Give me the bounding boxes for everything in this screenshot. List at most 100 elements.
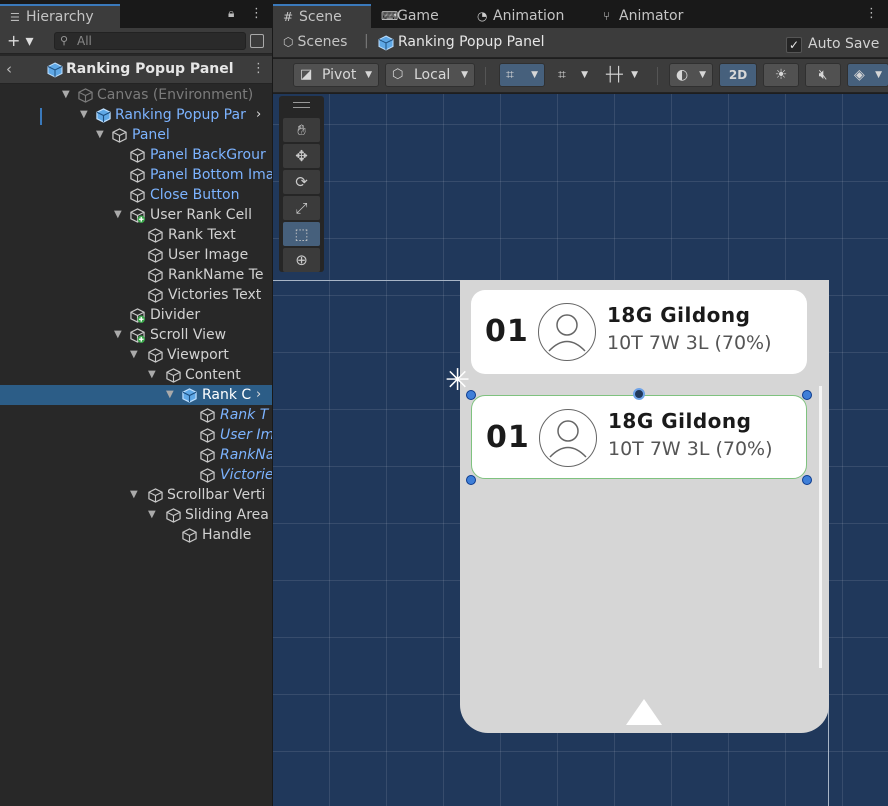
draw-mode-dropdown[interactable]: ◐ ▼ bbox=[669, 63, 713, 87]
pivot-dropdown[interactable]: ◪ Pivot ▼ bbox=[293, 63, 379, 87]
open-prefab-arrow-icon[interactable]: › bbox=[256, 105, 261, 125]
tree-row-handle[interactable]: Handle bbox=[0, 525, 272, 545]
tree-row-label: Handle bbox=[202, 527, 252, 543]
tool-palette: ✋︎ ✥ ⟳ ⤢ ⬚ ⊕ bbox=[279, 96, 324, 272]
close-arrow-icon bbox=[626, 699, 662, 725]
prefab-cube-icon bbox=[47, 62, 63, 82]
tree-row-panel[interactable]: ▼ Panel bbox=[0, 125, 272, 145]
tree-row-rank-text-child[interactable]: Rank T bbox=[0, 405, 272, 425]
tree-row-rank-cell[interactable]: ▼ Rank C › bbox=[0, 385, 272, 405]
lighting-toggle[interactable]: ☀ bbox=[763, 63, 799, 87]
move-tool-icon[interactable]: ✥ bbox=[283, 144, 320, 168]
drag-grip-icon[interactable] bbox=[293, 102, 310, 108]
rect-handle-bottom-right[interactable] bbox=[802, 475, 812, 485]
tab-animator[interactable]: ⑂ Animator bbox=[593, 4, 703, 28]
toolbar-separator bbox=[485, 67, 486, 85]
scrollbar-vertical[interactable] bbox=[819, 386, 822, 668]
open-prefab-arrow-icon[interactable]: › bbox=[256, 385, 261, 405]
scenes-breadcrumb[interactable]: ⬡ Scenes bbox=[283, 34, 347, 50]
rect-handle-top-right[interactable] bbox=[802, 390, 812, 400]
tree-row-rankname-child[interactable]: RankNa bbox=[0, 445, 272, 465]
rotate-tool-icon[interactable]: ⟳ bbox=[283, 170, 320, 194]
anchor-icon[interactable]: ✳ bbox=[445, 366, 470, 396]
rank-name-text: 18G Gildong bbox=[608, 409, 752, 433]
local-icon: ⬡ bbox=[392, 67, 404, 82]
snap-icon: ⌗ bbox=[558, 67, 566, 83]
expand-arrow-icon[interactable]: ▼ bbox=[130, 485, 138, 505]
lock-icon[interactable]: 🔒︎ bbox=[228, 6, 234, 21]
rect-tool-icon[interactable]: ⬚ bbox=[283, 222, 320, 246]
tree-row-label: Scrollbar Verti bbox=[167, 487, 266, 503]
tree-row-canvas-environment[interactable]: ▼ Canvas (Environment) bbox=[0, 85, 272, 105]
transform-tool-icon[interactable]: ⊕ bbox=[283, 248, 320, 272]
tree-row-rankname-text[interactable]: RankName Te bbox=[0, 265, 272, 285]
tab-scene-label: Scene bbox=[299, 9, 342, 25]
tree-row-victories-child[interactable]: Victorie bbox=[0, 465, 272, 485]
rect-handle-bottom-left[interactable] bbox=[466, 475, 476, 485]
expand-arrow-icon[interactable]: ▼ bbox=[130, 345, 138, 365]
expand-arrow-icon[interactable]: ▼ bbox=[80, 105, 88, 125]
auto-save-checkbox[interactable]: ✓ bbox=[786, 37, 802, 53]
expand-arrow-icon[interactable]: ▼ bbox=[166, 385, 174, 405]
tree-row-scroll-view[interactable]: ▼ Scroll View bbox=[0, 325, 272, 345]
tree-row-content[interactable]: ▼ Content bbox=[0, 365, 272, 385]
ruler-button[interactable]: ┼┼ ▼ bbox=[599, 63, 645, 87]
tree-row-user-image[interactable]: User Image bbox=[0, 245, 272, 265]
expand-arrow-icon[interactable]: ▼ bbox=[62, 85, 70, 105]
expand-arrow-icon[interactable]: ▼ bbox=[114, 205, 122, 225]
rank-cell-selected[interactable]: 01 18G Gildong 10T 7W 3L (70%) bbox=[471, 395, 807, 479]
hierarchy-search-input[interactable]: ⚲ All bbox=[54, 32, 246, 50]
local-label: Local bbox=[414, 67, 451, 83]
tree-row-label: Panel BackGrour bbox=[150, 147, 266, 163]
tree-row-scrollbar-vertical[interactable]: ▼ Scrollbar Verti bbox=[0, 485, 272, 505]
breadcrumb-more-icon[interactable]: ⋮ bbox=[252, 61, 265, 76]
gameobject-cube-icon bbox=[182, 528, 197, 549]
prefab-mode-bar: ⬡ Scenes | Ranking Popup Panel ✓ Auto Sav… bbox=[273, 28, 888, 58]
editor-more-icon[interactable]: ⋮ bbox=[865, 6, 878, 21]
victories-text: 10T 7W 3L (70%) bbox=[607, 332, 772, 354]
expand-arrow-icon[interactable]: ▼ bbox=[114, 325, 122, 345]
tree-row-panel-background[interactable]: Panel BackGrour bbox=[0, 145, 272, 165]
mode-2d-label: 2D bbox=[728, 68, 748, 82]
grid-snap-button[interactable]: ⌗ ▼ bbox=[499, 63, 545, 87]
hierarchy-tab[interactable]: ☰ Hierarchy bbox=[0, 4, 120, 28]
tree-row-ranking-popup-panel[interactable]: ▼ Ranking Popup Par › bbox=[0, 105, 272, 125]
expand-arrow-icon[interactable]: ▼ bbox=[148, 365, 156, 385]
user-rank-cell[interactable]: 01 18G Gildong 10T 7W 3L (70%) bbox=[471, 290, 807, 374]
local-dropdown[interactable]: ⬡ Local ▼ bbox=[385, 63, 475, 87]
expand-arrow-icon[interactable]: ▼ bbox=[148, 505, 156, 525]
increment-snap-button[interactable]: ⌗ ▼ bbox=[551, 63, 595, 87]
tab-game[interactable]: ⌨Game bbox=[371, 4, 463, 28]
effects-dropdown[interactable]: ◈ ▼ bbox=[847, 63, 888, 87]
layers-icon: ◈ bbox=[854, 67, 865, 83]
tree-row-divider[interactable]: Divider bbox=[0, 305, 272, 325]
pivot-handle-icon[interactable] bbox=[633, 388, 645, 400]
tree-row-sliding-area[interactable]: ▼ Sliding Area bbox=[0, 505, 272, 525]
chevron-down-icon: ▼ bbox=[581, 70, 588, 80]
scene-view[interactable]: 01 18G Gildong 10T 7W 3L (70%) 01 18G Gi… bbox=[273, 94, 888, 806]
scenes-label: Scenes bbox=[297, 34, 348, 50]
mode-2d-toggle[interactable]: 2D bbox=[719, 63, 757, 87]
scale-tool-icon[interactable]: ⤢ bbox=[283, 196, 320, 220]
tree-row-panel-bottom-image[interactable]: Panel Bottom Ima bbox=[0, 165, 272, 185]
tree-row-label: Scroll View bbox=[150, 327, 227, 343]
tree-row-close-button[interactable]: Close Button bbox=[0, 185, 272, 205]
tree-row-label: Canvas (Environment) bbox=[97, 87, 254, 103]
tree-row-viewport[interactable]: ▼ Viewport bbox=[0, 345, 272, 365]
scene-visibility-icon[interactable] bbox=[250, 34, 264, 48]
tree-row-rank-text[interactable]: Rank Text bbox=[0, 225, 272, 245]
tree-row-user-rank-cell[interactable]: ▼ User Rank Cell bbox=[0, 205, 272, 225]
tree-row-user-image-child[interactable]: User Im bbox=[0, 425, 272, 445]
tab-scene[interactable]: # Scene bbox=[273, 4, 371, 28]
audio-mute-icon: 🔇︎ bbox=[818, 67, 828, 83]
hand-tool-icon[interactable]: ✋︎ bbox=[283, 118, 320, 142]
pivot-label: Pivot bbox=[322, 67, 357, 83]
prefab-title[interactable]: Ranking Popup Panel bbox=[398, 34, 544, 50]
tree-row-victories-text[interactable]: Victories Text bbox=[0, 285, 272, 305]
more-menu-icon[interactable]: ⋮ bbox=[250, 6, 263, 21]
back-arrow-icon[interactable]: ‹ bbox=[6, 60, 12, 78]
tab-animation[interactable]: ◔ Animation bbox=[467, 4, 585, 28]
audio-toggle[interactable]: 🔇︎ bbox=[805, 63, 841, 87]
add-object-button[interactable]: + ▾ bbox=[7, 31, 34, 50]
expand-arrow-icon[interactable]: ▼ bbox=[96, 125, 104, 145]
